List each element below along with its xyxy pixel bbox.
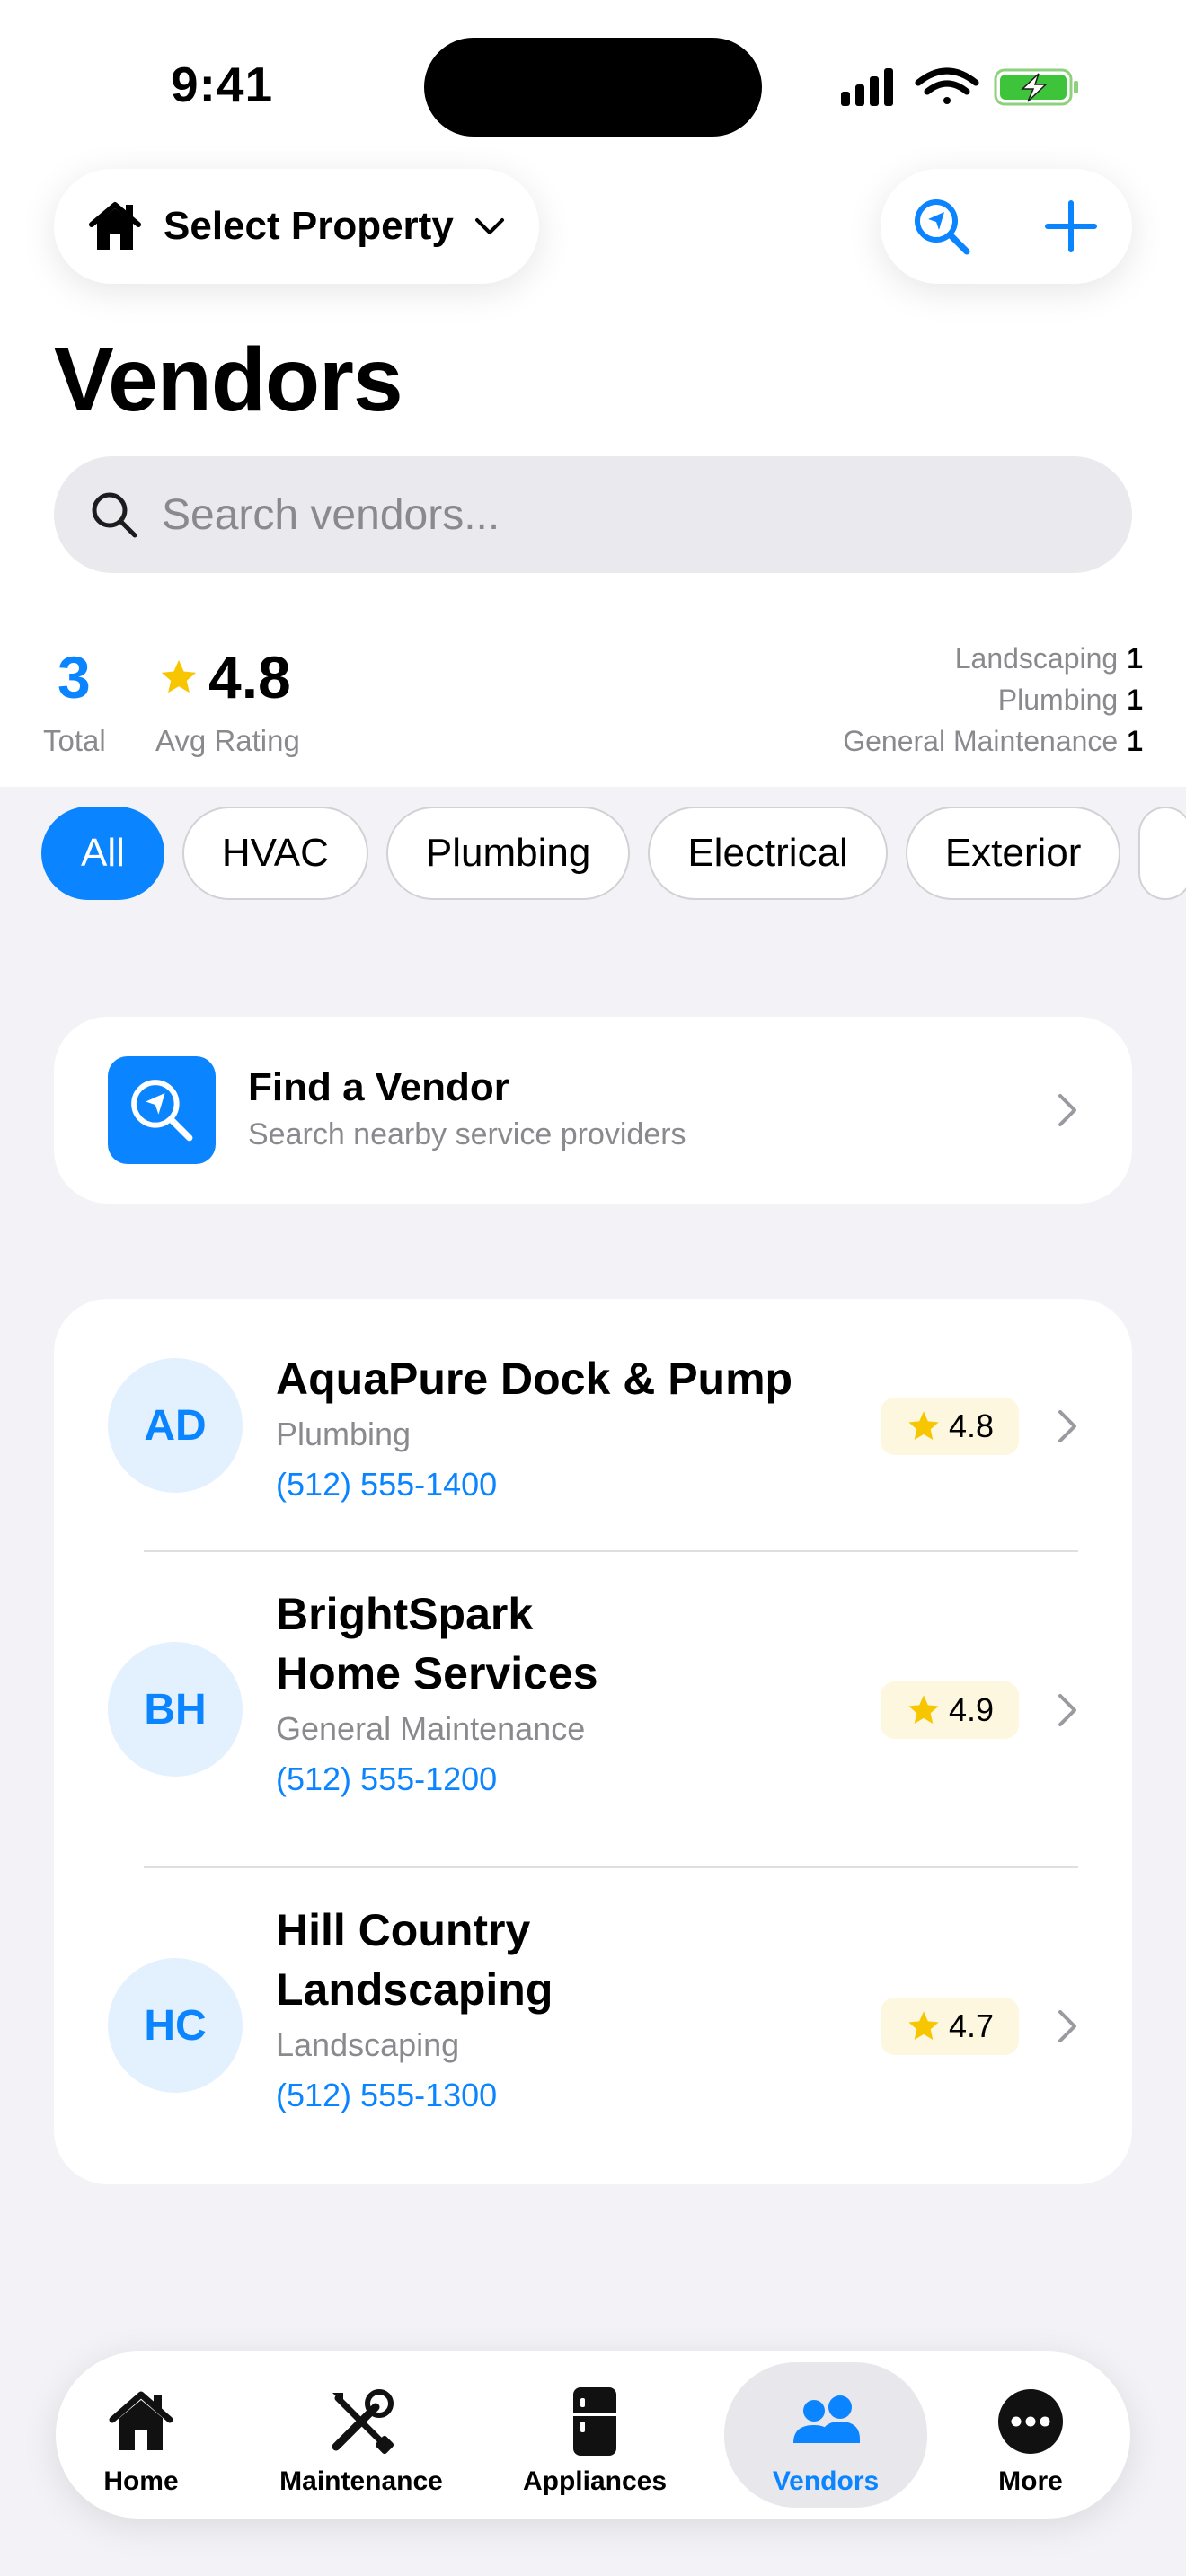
status-icons: [841, 67, 1078, 106]
location-search-icon: [131, 1080, 193, 1142]
find-vendor-search-icon[interactable]: [913, 198, 970, 255]
total-count: 3: [58, 644, 91, 710]
star-icon: [161, 659, 197, 693]
more-icon: [998, 2389, 1063, 2454]
filter-chip-more[interactable]: [1138, 807, 1186, 900]
vendor-row[interactable]: HC Hill Country Landscaping Landscaping …: [54, 1868, 1132, 2184]
avg-rating-label: Avg Rating: [155, 724, 300, 757]
vendor-phone[interactable]: (512) 555-1200: [276, 1760, 497, 1798]
vendor-list: AD AquaPure Dock & Pump Plumbing (512) 5…: [54, 1299, 1132, 2184]
vendor-row[interactable]: BH BrightSpark Home Services General Mai…: [54, 1552, 1132, 1866]
filter-chip-all[interactable]: All: [41, 807, 164, 900]
vendor-name: AquaPure Dock & Pump: [276, 1354, 793, 1404]
tab-label: Maintenance: [279, 2466, 443, 2496]
vendor-rating: 4.7: [948, 2007, 995, 2044]
chevron-right-icon: [1058, 1694, 1076, 1726]
vendor-category: Landscaping: [276, 2026, 460, 2063]
find-vendor-subtitle: Search nearby service providers: [248, 1117, 686, 1151]
fridge-icon: [573, 2387, 616, 2456]
header-actions: [881, 169, 1132, 284]
vendor-category: General Maintenance: [276, 1710, 586, 1747]
star-icon: [908, 1695, 939, 1724]
find-vendor-card[interactable]: Find a Vendor Search nearby service prov…: [54, 1017, 1132, 1204]
star-icon: [908, 2011, 939, 2040]
filter-chip-electrical[interactable]: Electrical: [648, 807, 888, 900]
filter-chip-hvac[interactable]: HVAC: [181, 807, 368, 900]
page-title: Vendors: [54, 330, 403, 430]
avg-rating: 4.8: [158, 643, 291, 711]
tab-maintenance[interactable]: Maintenance: [271, 2362, 451, 2508]
avg-rating-value: 4.8: [208, 644, 291, 710]
vendor-rating-badge: 4.7: [881, 1998, 1019, 2055]
chevron-right-icon: [1058, 2010, 1076, 2042]
vendor-avatar: AD: [108, 1358, 243, 1493]
search-input[interactable]: [162, 490, 1060, 540]
tab-appliances[interactable]: Appliances: [505, 2362, 685, 2508]
search-icon: [92, 492, 137, 538]
wifi-icon: [915, 67, 979, 104]
vendor-phone[interactable]: (512) 555-1400: [276, 1466, 497, 1504]
dynamic-island: [424, 38, 762, 137]
filter-chip-plumbing[interactable]: Plumbing: [385, 807, 631, 900]
tab-label: Home: [103, 2466, 179, 2496]
chevron-right-icon: [1058, 1094, 1076, 1126]
tab-vendors[interactable]: Vendors: [724, 2362, 927, 2508]
tab-label: Vendors: [772, 2466, 880, 2496]
breakdown-row: Landscaping 1: [954, 642, 1143, 675]
people-icon: [793, 2395, 860, 2443]
total-label: Total: [43, 724, 106, 757]
filter-chip-exterior[interactable]: Exterior: [905, 807, 1121, 900]
battery-icon: [994, 68, 1078, 106]
vendor-avatar: HC: [108, 1958, 243, 2093]
tools-icon: [332, 2389, 394, 2455]
status-time: 9:41: [171, 57, 274, 112]
vendor-rating: 4.8: [948, 1407, 995, 1444]
select-property-button[interactable]: Select Property: [54, 169, 539, 284]
add-icon[interactable]: [1042, 198, 1100, 255]
house-icon: [109, 2391, 173, 2450]
vendor-rating: 4.9: [948, 1691, 995, 1728]
cellular-signal-icon: [841, 68, 893, 106]
vendor-phone[interactable]: (512) 555-1300: [276, 2077, 497, 2114]
tab-more[interactable]: More: [963, 2362, 1098, 2508]
vendor-name: Hill Country Landscaping: [276, 1905, 553, 2015]
vendor-rating-badge: 4.8: [881, 1398, 1019, 1455]
tab-label: Appliances: [522, 2466, 668, 2496]
category-breakdown: Landscaping 1 Plumbing 1 General Maintenan…: [843, 638, 1143, 762]
tab-bar: Home Maintenance Appliances Vendors More: [56, 2351, 1130, 2519]
star-icon: [908, 1411, 939, 1440]
search-bar[interactable]: [54, 456, 1132, 573]
vendor-name: BrightSpark Home Services: [276, 1589, 598, 1698]
select-property-label: Select Property: [164, 204, 454, 248]
breakdown-row: Plumbing 1: [997, 684, 1143, 716]
tab-home[interactable]: Home: [74, 2362, 208, 2508]
find-vendor-icon: [108, 1056, 216, 1164]
chevron-down-icon: [474, 218, 504, 234]
filter-chips: All HVAC Plumbing Electrical Exterior: [41, 807, 1186, 902]
breakdown-row: General Maintenance 1: [843, 725, 1143, 757]
vendor-rating-badge: 4.9: [881, 1681, 1019, 1739]
vendor-category: Plumbing: [276, 1416, 412, 1452]
tab-label: More: [998, 2466, 1063, 2496]
chevron-right-icon: [1058, 1410, 1076, 1442]
vendor-avatar: BH: [108, 1642, 243, 1777]
find-vendor-title: Find a Vendor: [248, 1065, 509, 1109]
house-icon: [89, 202, 141, 250]
vendor-row[interactable]: AD AquaPure Dock & Pump Plumbing (512) 5…: [54, 1299, 1132, 1550]
